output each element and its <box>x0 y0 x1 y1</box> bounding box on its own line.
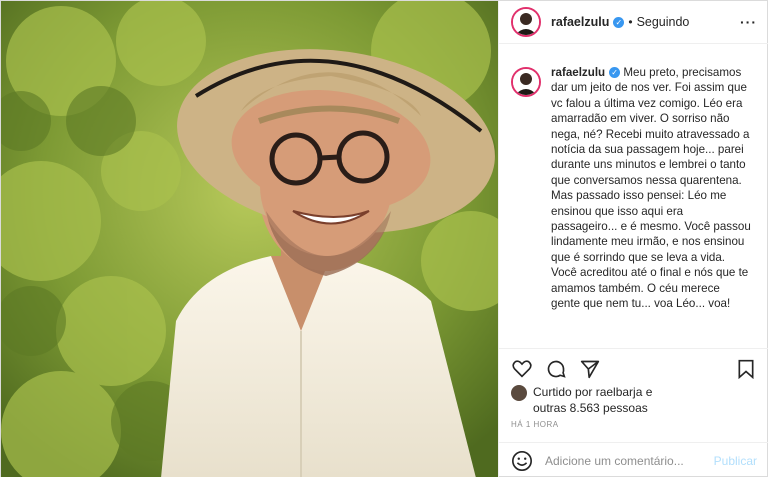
avatar-image <box>513 9 539 35</box>
avatar[interactable] <box>511 7 541 37</box>
comment-input[interactable] <box>545 453 706 468</box>
bookmark-icon[interactable] <box>735 358 757 380</box>
username-link[interactable]: rafaelzulu <box>551 15 609 29</box>
verified-badge-icon: ✓ <box>613 16 625 28</box>
post-image[interactable] <box>1 1 498 477</box>
separator-dot: • <box>628 15 633 29</box>
publish-button[interactable]: Publicar <box>714 454 757 468</box>
post-caption: rafaelzulu ✓ Meu preto, precisamos dar um… <box>511 65 757 312</box>
post-photo-illustration <box>1 1 498 477</box>
smile-icon[interactable] <box>511 450 533 472</box>
share-icon[interactable] <box>579 358 601 380</box>
likes-summary: Curtido por raelbarja e outras 8.563 pes… <box>511 384 757 416</box>
following-button[interactable]: Seguindo <box>637 15 690 29</box>
instagram-post-window: rafaelzulu ✓ • Seguindo ··· rafaelzulu ✓ … <box>0 0 768 477</box>
comment-icon[interactable] <box>545 358 567 380</box>
post-actions <box>499 348 768 388</box>
caption-avatar[interactable] <box>511 67 541 97</box>
heart-icon[interactable] <box>511 358 533 380</box>
caption-username-link[interactable]: rafaelzulu <box>551 66 605 79</box>
caption-text-block: rafaelzulu ✓ Meu preto, precisamos dar um… <box>551 65 751 312</box>
post-timestamp[interactable]: HÁ 1 HORA <box>511 420 559 429</box>
verified-badge-icon: ✓ <box>609 67 621 79</box>
more-horizontal-icon[interactable]: ··· <box>740 14 757 30</box>
avatar-image <box>513 69 539 95</box>
likes-text[interactable]: Curtido por raelbarja e outras 8.563 pes… <box>533 384 683 416</box>
comment-form: Publicar <box>499 442 768 477</box>
post-sidebar: rafaelzulu ✓ • Seguindo ··· rafaelzulu ✓ … <box>498 1 768 477</box>
post-header: rafaelzulu ✓ • Seguindo ··· <box>499 1 768 44</box>
caption-text: Meu preto, precisamos dar um jeito de no… <box>551 66 751 311</box>
liker-avatar[interactable] <box>511 385 527 401</box>
